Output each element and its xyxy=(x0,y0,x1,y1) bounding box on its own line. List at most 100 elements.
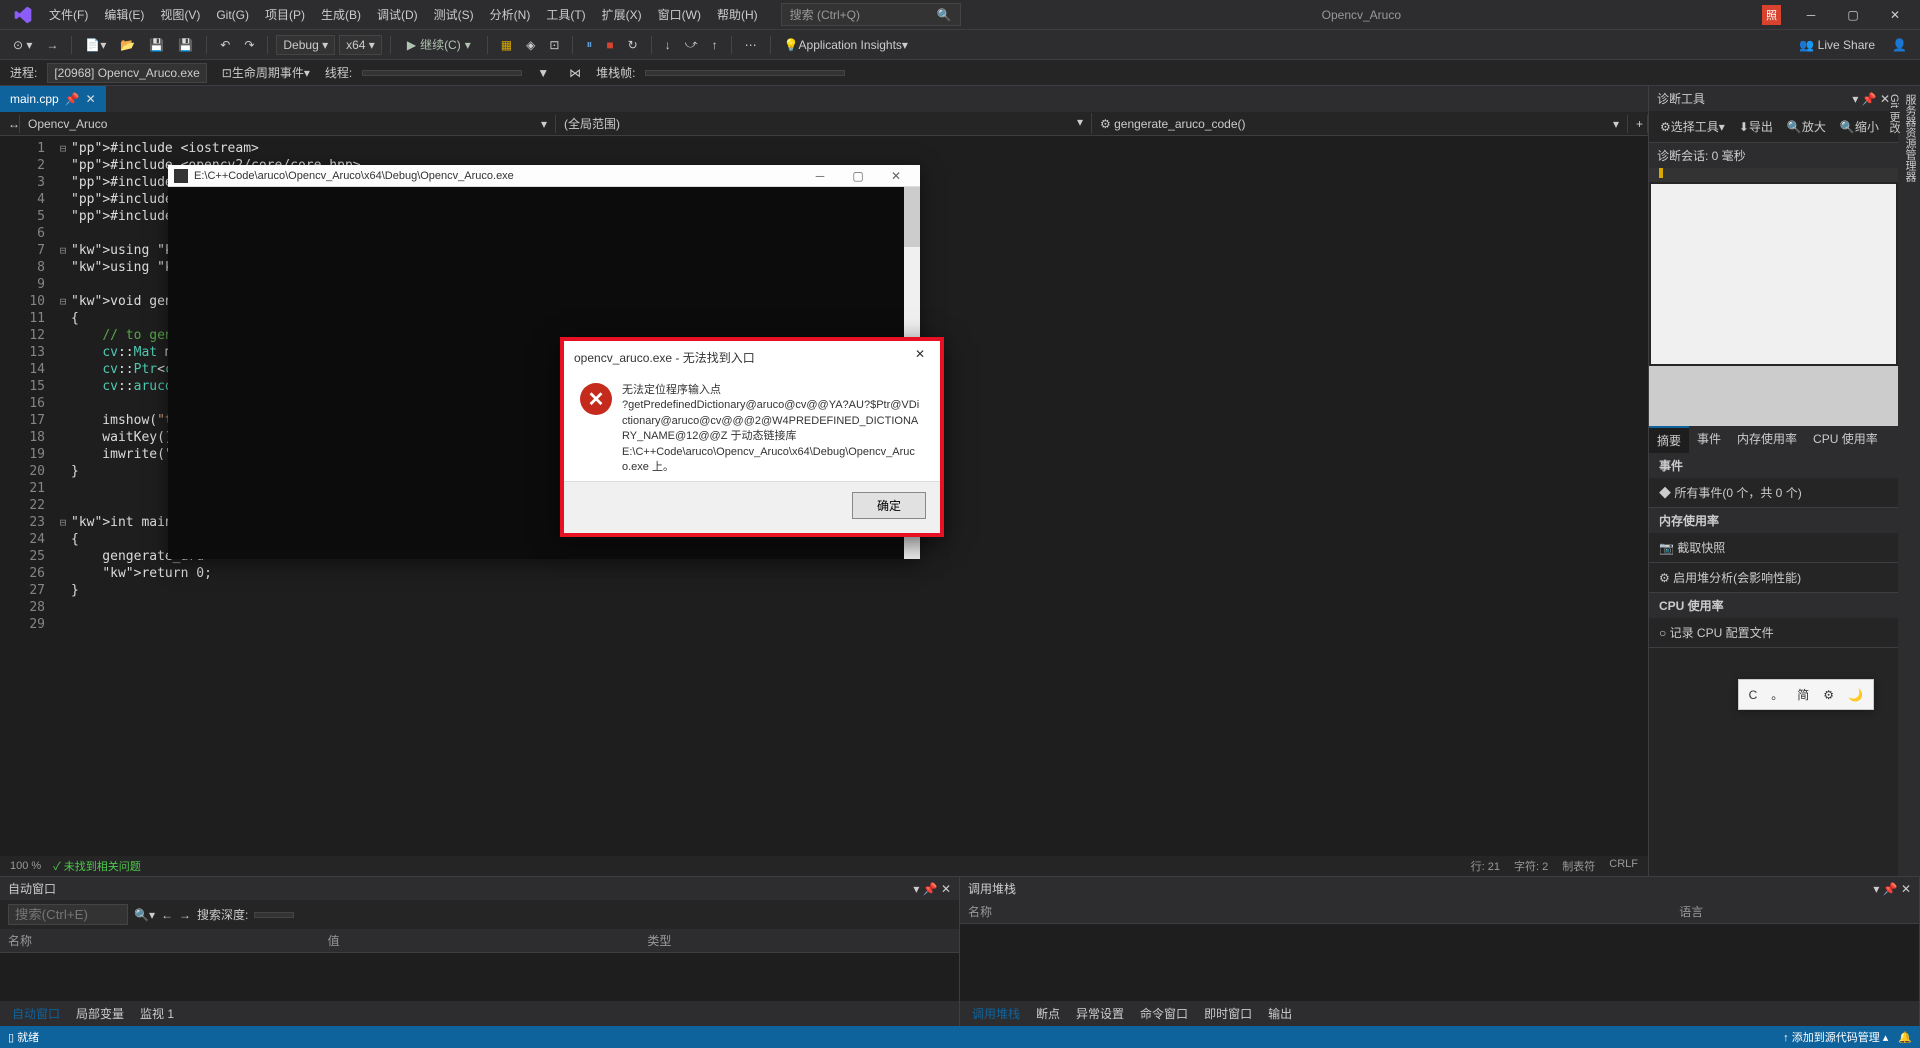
ime-c[interactable]: C xyxy=(1745,686,1762,704)
app-insights[interactable]: 💡 Application Insights ▾ xyxy=(779,35,913,55)
cs-col-lang[interactable]: 语言 xyxy=(1671,900,1919,923)
diag-export[interactable]: ⬇ 导出 xyxy=(1734,115,1778,138)
stop-icon[interactable]: ■ xyxy=(601,35,618,55)
console-titlebar[interactable]: E:\C++Code\aruco\Opencv_Aruco\x64\Debug\… xyxy=(168,165,920,187)
minimize-button[interactable]: ─ xyxy=(1791,3,1831,27)
lifecycle-icon[interactable]: ⊡ 生命周期事件 ▾ xyxy=(217,61,315,84)
menu-git[interactable]: Git(G) xyxy=(208,5,257,25)
thread-dropdown[interactable] xyxy=(362,70,522,76)
restart-icon[interactable]: ↻ xyxy=(623,35,643,55)
tab-watch1[interactable]: 监视 1 xyxy=(132,1003,182,1024)
diag-events-row[interactable]: ◆ 所有事件(0 个，共 0 个) xyxy=(1649,478,1898,508)
nav-fwd-icon[interactable]: → xyxy=(41,35,63,55)
nav-prev-icon[interactable]: ← xyxy=(161,908,173,922)
nav-split-icon[interactable]: + xyxy=(1628,115,1648,133)
save-icon[interactable]: 💾 xyxy=(144,35,169,55)
menu-window[interactable]: 窗口(W) xyxy=(650,3,709,26)
ime-toolbar[interactable]: C 。 简 ⚙ 🌙 xyxy=(1738,679,1874,710)
save-all-icon[interactable]: 💾 xyxy=(173,35,198,55)
console-min-button[interactable]: ─ xyxy=(802,166,838,186)
issues-status[interactable]: ✓ 未找到相关问题 xyxy=(53,858,141,874)
diag-tab-memory[interactable]: 内存使用率 xyxy=(1729,426,1805,453)
file-tab-main[interactable]: main.cpp 📌 ✕ xyxy=(0,86,106,112)
open-icon[interactable]: 📂 xyxy=(115,35,140,55)
error-close-button[interactable]: ✕ xyxy=(910,347,930,367)
ime-settings-icon[interactable]: ⚙ xyxy=(1819,686,1838,704)
menu-view[interactable]: 视图(V) xyxy=(152,3,208,26)
nav-arrow-icon[interactable]: ↔ xyxy=(0,115,20,133)
menu-help[interactable]: 帮助(H) xyxy=(709,3,766,26)
tab-close-icon[interactable]: ✕ xyxy=(86,92,96,106)
autos-search-input[interactable] xyxy=(8,904,128,925)
continue-button[interactable]: ▶ 继续(C) ▾ xyxy=(399,33,479,56)
tab-output[interactable]: 输出 xyxy=(1260,1003,1300,1024)
toolbar-icon-1[interactable]: ▦ xyxy=(496,35,517,55)
account-icon[interactable]: 👤 xyxy=(1887,35,1912,55)
diag-zoom-in[interactable]: 🔍 放大 xyxy=(1782,115,1831,138)
pause-icon[interactable]: ⏸ xyxy=(581,34,597,55)
live-share-button[interactable]: 👥 Live Share xyxy=(1791,35,1883,55)
tab-command[interactable]: 命令窗口 xyxy=(1132,1003,1196,1024)
menu-tools[interactable]: 工具(T) xyxy=(538,3,593,26)
maximize-button[interactable]: ▢ xyxy=(1833,3,1873,27)
eol-mode[interactable]: CRLF xyxy=(1609,858,1638,874)
nav-project[interactable]: Opencv_Aruco▾ xyxy=(20,115,556,133)
stackframe-dropdown[interactable] xyxy=(645,70,845,76)
zoom-level[interactable]: 100 % xyxy=(10,860,41,872)
filter2-icon[interactable]: ⋈ xyxy=(564,63,586,83)
more-icons[interactable]: ⋯ xyxy=(740,35,762,55)
menu-build[interactable]: 生成(B) xyxy=(313,3,369,26)
cs-col-name[interactable]: 名称 xyxy=(960,900,1671,923)
diag-zoom-out[interactable]: 🔍 缩小 xyxy=(1835,115,1884,138)
status-notif-icon[interactable]: 🔔 xyxy=(1898,1031,1912,1044)
nav-func[interactable]: ⚙ gengerate_aruco_code()▾ xyxy=(1092,115,1628,133)
step-out-icon[interactable]: ↑ xyxy=(707,35,723,55)
config-dropdown[interactable]: Debug ▾ xyxy=(276,35,335,55)
error-ok-button[interactable]: 确定 xyxy=(852,492,926,519)
lang-badge[interactable]: 照 xyxy=(1762,5,1781,25)
step-into-icon[interactable]: ↓ xyxy=(660,35,676,55)
rail-server-explorer[interactable]: 服务器资源管理器 xyxy=(1902,94,1918,856)
tab-locals[interactable]: 局部变量 xyxy=(68,1003,132,1024)
tab-breakpoints[interactable]: 断点 xyxy=(1028,1003,1068,1024)
pin-icon[interactable]: 📌 xyxy=(65,92,80,106)
filter-icon[interactable]: ▼ xyxy=(532,63,554,83)
error-titlebar[interactable]: opencv_aruco.exe - 无法找到入口 ✕ xyxy=(564,341,940,373)
global-search[interactable]: 搜索 (Ctrl+Q) 🔍 xyxy=(781,3,961,26)
col-type[interactable]: 类型 xyxy=(639,929,959,952)
diag-tab-events[interactable]: 事件 xyxy=(1689,426,1729,453)
console-max-button[interactable]: ▢ xyxy=(840,166,876,186)
platform-dropdown[interactable]: x64 ▾ xyxy=(339,35,382,55)
menu-test[interactable]: 测试(S) xyxy=(426,3,482,26)
menu-analyze[interactable]: 分析(N) xyxy=(482,3,539,26)
menu-debug[interactable]: 调试(D) xyxy=(369,3,426,26)
new-project-icon[interactable]: 📄▾ xyxy=(80,35,111,55)
diag-heap[interactable]: ⚙ 启用堆分析(会影响性能) xyxy=(1649,563,1898,593)
ime-zh[interactable]: 。 xyxy=(1767,684,1787,705)
tab-exceptions[interactable]: 异常设置 xyxy=(1068,1003,1132,1024)
search-icon[interactable]: 🔍▾ xyxy=(134,908,155,922)
nav-scope[interactable]: (全局范围)▾ xyxy=(556,113,1092,134)
ime-jian[interactable]: 简 xyxy=(1793,684,1813,705)
diag-snapshot[interactable]: 📷 截取快照 xyxy=(1649,533,1898,563)
redo-icon[interactable]: ↷ xyxy=(239,35,259,55)
col-value[interactable]: 值 xyxy=(320,929,640,952)
tab-immediate[interactable]: 即时窗口 xyxy=(1196,1003,1260,1024)
ime-moon-icon[interactable]: 🌙 xyxy=(1844,686,1867,704)
toolbar-icon-3[interactable]: ⊡ xyxy=(544,35,564,55)
diag-tab-cpu[interactable]: CPU 使用率 xyxy=(1805,426,1886,453)
step-over-icon[interactable]: ⤻ xyxy=(680,34,703,55)
diag-tab-summary[interactable]: 摘要 xyxy=(1649,426,1689,453)
indent-mode[interactable]: 制表符 xyxy=(1562,858,1595,874)
close-button[interactable]: ✕ xyxy=(1875,3,1915,27)
col-name[interactable]: 名称 xyxy=(0,929,320,952)
menu-extensions[interactable]: 扩展(X) xyxy=(594,3,650,26)
depth-dropdown[interactable] xyxy=(254,912,294,918)
nav-back-icon[interactable]: ⊙ ▾ xyxy=(8,35,37,55)
menu-file[interactable]: 文件(F) xyxy=(41,3,96,26)
diag-select-tool[interactable]: ⚙ 选择工具 ▾ xyxy=(1655,115,1730,138)
console-close-button[interactable]: ✕ xyxy=(878,166,914,186)
fold-column[interactable]: ⊟ ⊟ ⊟ ⊟ xyxy=(55,136,71,856)
tab-callstack[interactable]: 调用堆栈 xyxy=(964,1003,1028,1024)
toolbar-icon-2[interactable]: ◈ xyxy=(521,35,540,55)
